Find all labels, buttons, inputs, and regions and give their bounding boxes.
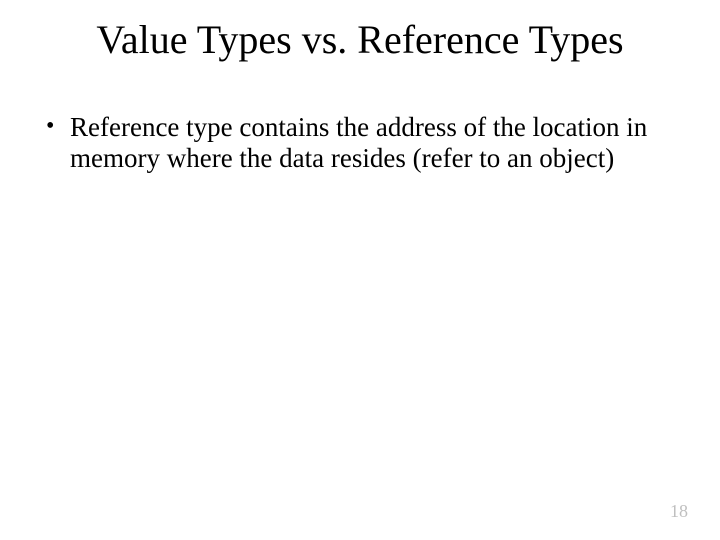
list-item: Reference type contains the address of t… (42, 112, 660, 174)
slide-title: Value Types vs. Reference Types (0, 18, 720, 62)
slide: Value Types vs. Reference Types Referenc… (0, 0, 720, 540)
bullet-list: Reference type contains the address of t… (42, 112, 660, 174)
slide-body: Reference type contains the address of t… (42, 112, 660, 174)
page-number: 18 (670, 501, 688, 522)
